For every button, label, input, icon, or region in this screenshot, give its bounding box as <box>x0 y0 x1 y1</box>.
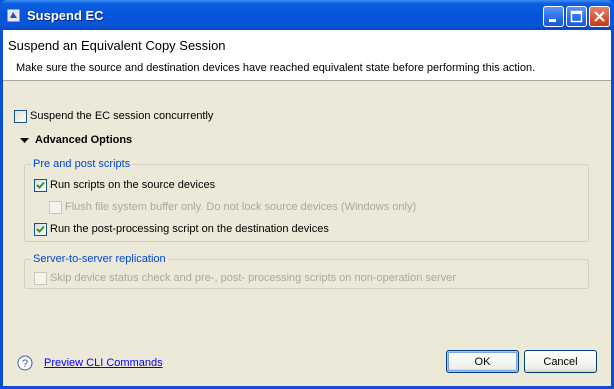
maximize-icon <box>570 10 583 23</box>
dialog-description: Make sure the source and destination dev… <box>16 62 536 74</box>
dialog-window: Suspend EC Suspend an Equivalent Copy Se… <box>0 0 614 389</box>
pre-post-scripts-title: Pre and post scripts <box>31 158 133 170</box>
dialog-body: Suspend an Equivalent Copy Session Make … <box>3 30 611 386</box>
expand-arrow-icon[interactable] <box>20 138 29 144</box>
flush-only-label: Flush file system buffer only. Do not lo… <box>65 201 417 213</box>
maximize-button[interactable] <box>566 6 587 27</box>
run-source-scripts-checkbox[interactable] <box>34 179 47 192</box>
minimize-button[interactable] <box>543 6 564 27</box>
advanced-options-toggle[interactable]: Advanced Options <box>35 134 132 146</box>
run-post-script-checkbox[interactable] <box>34 223 47 236</box>
dialog-heading: Suspend an Equivalent Copy Session <box>8 38 226 53</box>
window-title: Suspend EC <box>27 8 104 23</box>
dialog-header: Suspend an Equivalent Copy Session Make … <box>3 30 611 81</box>
run-source-scripts-label[interactable]: Run scripts on the source devices <box>50 179 215 191</box>
skip-check-checkbox[interactable] <box>34 272 47 285</box>
close-icon <box>594 11 605 22</box>
help-icon[interactable]: ? <box>17 355 33 371</box>
preview-cli-link[interactable]: Preview CLI Commands <box>44 357 163 369</box>
cancel-button[interactable]: Cancel <box>524 350 597 373</box>
ok-button[interactable]: OK <box>446 350 519 373</box>
flush-only-checkbox[interactable] <box>49 201 62 214</box>
replication-group-title: Server-to-server replication <box>31 253 168 265</box>
minimize-icon <box>549 19 556 22</box>
checkmark-icon <box>36 181 45 189</box>
suspend-concurrently-label[interactable]: Suspend the EC session concurrently <box>30 110 213 122</box>
svg-text:?: ? <box>22 358 28 370</box>
run-post-script-label[interactable]: Run the post-processing script on the de… <box>50 223 329 235</box>
close-button[interactable] <box>589 6 610 27</box>
suspend-concurrently-checkbox[interactable] <box>14 110 27 123</box>
checkmark-icon <box>36 225 45 233</box>
title-bar[interactable]: Suspend EC <box>0 0 614 30</box>
skip-check-label: Skip device status check and pre-, post-… <box>50 272 456 284</box>
app-icon <box>7 9 20 22</box>
